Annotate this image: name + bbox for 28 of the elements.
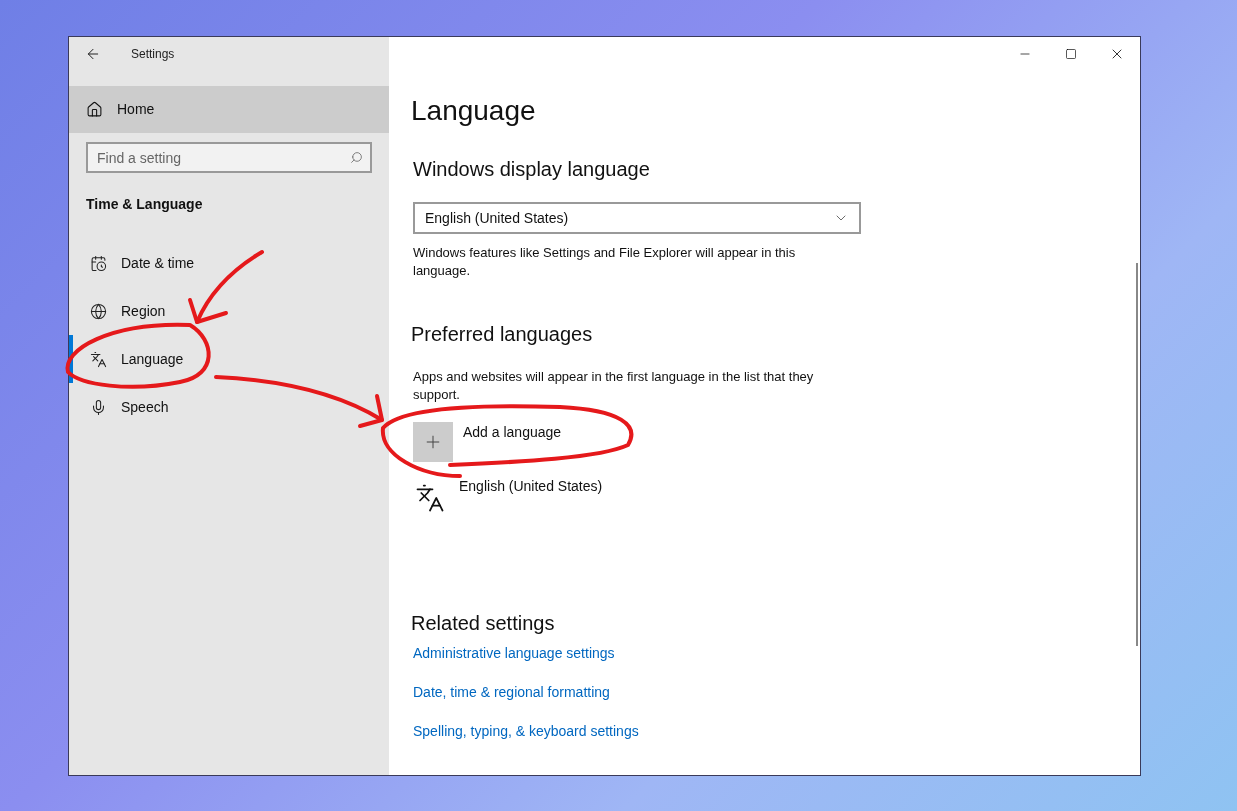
home-nav-item[interactable]: Home — [69, 86, 389, 133]
sidebar-item[interactable]: Language — [69, 335, 389, 383]
language-icon — [415, 483, 445, 513]
maximize-icon — [1065, 48, 1077, 60]
section-heading: Related settings — [411, 611, 555, 636]
language-icon — [90, 350, 107, 368]
language-list-item[interactable]: English (United States) — [415, 477, 603, 517]
description-text: Apps and websites will appear in the first language in the list that they support. — [413, 368, 815, 404]
calendar-clock-icon — [90, 254, 107, 272]
settings-link[interactable]: Administrative language settings — [413, 643, 615, 663]
section-heading: Preferred languages — [411, 322, 593, 347]
search-field[interactable]: Find a setting — [86, 142, 372, 173]
section-title: Time & Language — [86, 195, 204, 214]
settings-link[interactable]: Spelling, typing, & keyboard settings — [413, 721, 639, 741]
add-language-button[interactable]: Add a language — [413, 422, 562, 462]
sidebar-item[interactable]: Date & time — [69, 239, 389, 287]
window-title: Settings — [131, 46, 175, 63]
sidebar-item[interactable]: Speech — [69, 383, 389, 431]
page-title: Language — [411, 94, 536, 128]
globe-icon — [90, 302, 107, 320]
section-heading: Windows display language — [413, 157, 650, 182]
sidebar-item[interactable]: Region — [69, 287, 389, 335]
microphone-icon — [90, 398, 107, 416]
search-icon — [350, 151, 363, 164]
home-icon — [86, 101, 103, 118]
language-dropdown[interactable]: English (United States) — [413, 202, 861, 234]
description-text: Windows features like Settings and File Explorer will appear in this language. — [413, 244, 797, 280]
settings-link[interactable]: Date, time & regional formatting — [413, 682, 610, 702]
